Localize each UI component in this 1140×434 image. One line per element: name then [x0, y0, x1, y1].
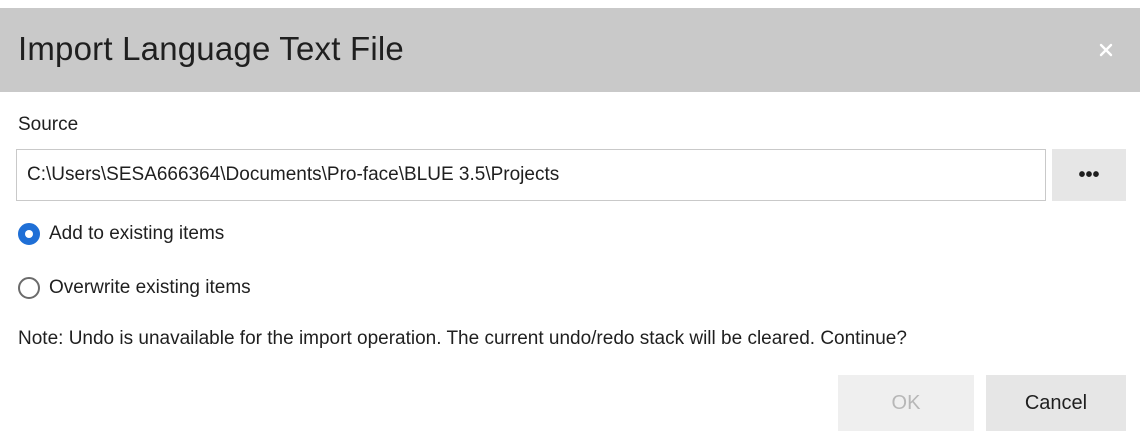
radio-add-to-existing[interactable]: Add to existing items: [18, 223, 224, 245]
radio-unchecked-icon[interactable]: [18, 277, 40, 299]
cancel-button[interactable]: Cancel: [986, 375, 1126, 431]
radio-overwrite-existing[interactable]: Overwrite existing items: [18, 277, 251, 299]
source-path-input[interactable]: [16, 149, 1046, 201]
close-icon[interactable]: [1094, 38, 1118, 62]
source-label: Source: [18, 114, 79, 135]
ok-button[interactable]: OK: [838, 375, 974, 431]
radio-checked-icon[interactable]: [18, 223, 40, 245]
undo-note: Note: Undo is unavailable for the import…: [18, 328, 907, 349]
dialog-title: Import Language Text File: [18, 30, 404, 67]
overwrite-existing-label: Overwrite existing items: [49, 277, 251, 298]
title-bar: Import Language Text File: [0, 8, 1140, 92]
import-language-dialog: Import Language Text File Source ••• Add…: [0, 0, 1140, 434]
add-to-existing-label: Add to existing items: [49, 223, 225, 244]
browse-button[interactable]: •••: [1052, 149, 1126, 201]
